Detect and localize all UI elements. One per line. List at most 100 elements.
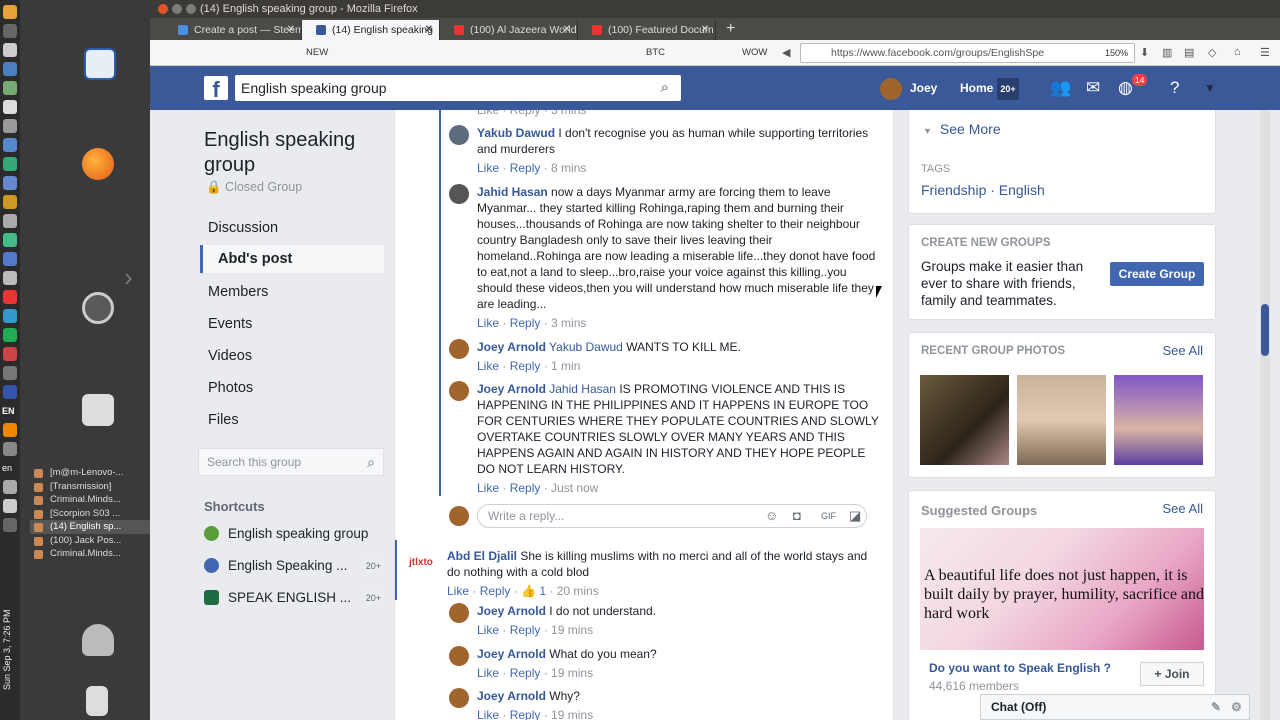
close-icon[interactable]: ✕ — [425, 20, 433, 40]
timestamp[interactable]: 19 mins — [551, 708, 593, 720]
app-icon[interactable] — [3, 157, 17, 171]
group-search-input[interactable]: Search this group ⌕ — [198, 448, 384, 476]
facebook-logo[interactable]: f — [204, 76, 228, 102]
task-item[interactable]: Criminal.Minds... — [30, 547, 152, 561]
app-icon[interactable] — [3, 100, 17, 114]
comment-author[interactable]: Joey Arnold — [477, 689, 546, 703]
task-item-active[interactable]: (14) English sp... — [30, 520, 152, 534]
like-link[interactable]: Like — [447, 584, 469, 598]
app-icon[interactable] — [3, 138, 17, 152]
reply-link[interactable]: Reply — [510, 359, 541, 373]
nav-files[interactable]: Files — [200, 406, 384, 434]
app-icon[interactable] — [3, 385, 17, 399]
user-icon[interactable] — [82, 624, 114, 656]
chevron-down-icon[interactable]: ▼ — [1204, 81, 1216, 95]
close-icon[interactable]: ✕ — [701, 20, 709, 40]
bookmark-btc[interactable]: BTC — [646, 47, 665, 58]
page-scrollbar[interactable] — [1260, 110, 1270, 720]
nav-videos[interactable]: Videos — [200, 342, 384, 370]
tags-links[interactable]: Friendship · English — [921, 182, 1045, 198]
sticker-icon[interactable]: ◪ — [849, 508, 861, 524]
chat-bar[interactable]: Chat (Off) ✎ ⚙ — [980, 694, 1250, 720]
bookmark-new[interactable]: NEW — [306, 47, 328, 58]
see-more-link[interactable]: ▼ See More — [923, 121, 1001, 137]
trash-icon[interactable] — [86, 686, 108, 716]
app-icon[interactable] — [3, 328, 17, 342]
volume-icon[interactable] — [3, 480, 17, 494]
group-photo[interactable] — [1017, 375, 1106, 465]
suggested-group-title[interactable]: Do you want to Speak English ? — [929, 661, 1111, 675]
tab-english-group[interactable]: (14) English speaking ✕ — [302, 20, 440, 40]
like-link[interactable]: Like — [477, 481, 499, 495]
timestamp[interactable]: 3 mins — [551, 316, 586, 330]
keyboard-lang-2[interactable]: en — [0, 461, 20, 475]
tab-featured-docs[interactable]: (100) Featured Docum ✕ — [578, 20, 716, 40]
document-icon[interactable] — [84, 48, 116, 80]
like-link[interactable]: Like — [477, 316, 499, 330]
app-icon[interactable] — [3, 214, 17, 228]
task-item[interactable]: [Scorpion S03 ... — [30, 507, 152, 521]
comment-author[interactable]: Joey Arnold — [477, 382, 546, 396]
app-icon[interactable] — [3, 252, 17, 266]
app-icon[interactable] — [3, 366, 17, 380]
app-icon[interactable] — [3, 309, 17, 323]
reply-link[interactable]: Reply — [510, 161, 541, 175]
close-icon[interactable]: ✕ — [287, 20, 295, 40]
task-item[interactable]: [Transmission] — [30, 480, 152, 494]
menu-icon[interactable]: ☰ — [1260, 46, 1270, 59]
comment-author[interactable]: Jahid Hasan — [477, 185, 548, 199]
avatar[interactable] — [449, 339, 469, 359]
home-icon[interactable]: ⌂ — [1234, 46, 1241, 58]
task-item[interactable]: (100) Jack Pos... — [30, 534, 152, 548]
zoom-level[interactable]: 150% — [1105, 44, 1128, 62]
app-icon[interactable] — [3, 271, 17, 285]
like-link[interactable]: Like — [477, 359, 499, 373]
reply-link[interactable]: Reply — [510, 481, 541, 495]
nav-members[interactable]: Members — [200, 278, 384, 306]
bitcoin-icon[interactable] — [3, 5, 17, 19]
like-link[interactable]: Like — [477, 161, 499, 175]
search-icon[interactable]: ⌕ — [367, 449, 375, 475]
reply-link[interactable]: Reply — [510, 666, 541, 680]
comment-author[interactable]: Yakub Dawud — [477, 126, 555, 140]
bookmark-wow[interactable]: WOW — [742, 47, 767, 58]
search-icon[interactable]: ⌕ — [661, 75, 669, 101]
gif-icon[interactable]: GIF — [821, 511, 836, 521]
new-tab-button[interactable]: + — [726, 18, 735, 40]
emoji-icon[interactable]: ☺ — [765, 508, 778, 523]
download-icon[interactable]: ⬇ — [1140, 46, 1149, 59]
nav-abds-post[interactable]: Abd's post — [200, 245, 384, 273]
mention-link[interactable]: Jahid Hasan — [549, 382, 616, 396]
camera-icon[interactable]: ◘ — [793, 508, 801, 523]
library-icon[interactable]: ▥ — [1162, 46, 1172, 59]
timestamp[interactable]: 19 mins — [551, 623, 593, 637]
url-bar[interactable]: https://www.facebook.com/groups/EnglishS… — [800, 43, 1135, 63]
shortcut-item[interactable]: English speaking group — [204, 524, 384, 544]
app-icon[interactable] — [3, 176, 17, 190]
see-all-photos-link[interactable]: See All — [1163, 343, 1203, 358]
avatar[interactable] — [449, 381, 469, 401]
reply-link[interactable]: Reply — [510, 316, 541, 330]
reply-input[interactable]: Write a reply... — [477, 504, 867, 528]
close-icon[interactable]: ✕ — [563, 20, 571, 40]
profile-link[interactable]: Joey — [880, 78, 937, 100]
task-item[interactable]: [m@m-Lenovo-... — [30, 466, 152, 480]
comment-author[interactable]: Abd El Djalil — [447, 549, 517, 563]
avatar[interactable] — [449, 603, 469, 623]
back-icon[interactable]: ◀ — [782, 46, 790, 59]
pocket-icon[interactable]: ◇ — [1208, 46, 1216, 59]
filezilla-icon[interactable] — [3, 290, 17, 304]
tab-steem[interactable]: Create a post — Steem ✕ — [164, 20, 302, 40]
comment-author[interactable]: Joey Arnold — [477, 604, 546, 618]
sidebar-icon[interactable]: ▤ — [1184, 46, 1194, 59]
avatar[interactable] — [449, 184, 469, 204]
group-title[interactable]: English speaking group — [204, 128, 374, 178]
group-photo[interactable] — [1114, 375, 1203, 465]
search-input[interactable]: English speaking group ⌕ — [235, 75, 681, 101]
friends-icon[interactable]: 👥 — [1050, 78, 1071, 98]
avatar[interactable]: jtlxto — [409, 548, 439, 578]
like-link[interactable]: Like — [477, 708, 499, 720]
comment-author[interactable]: Joey Arnold — [477, 647, 546, 661]
app-icon[interactable] — [3, 233, 17, 247]
avatar[interactable] — [449, 688, 469, 708]
